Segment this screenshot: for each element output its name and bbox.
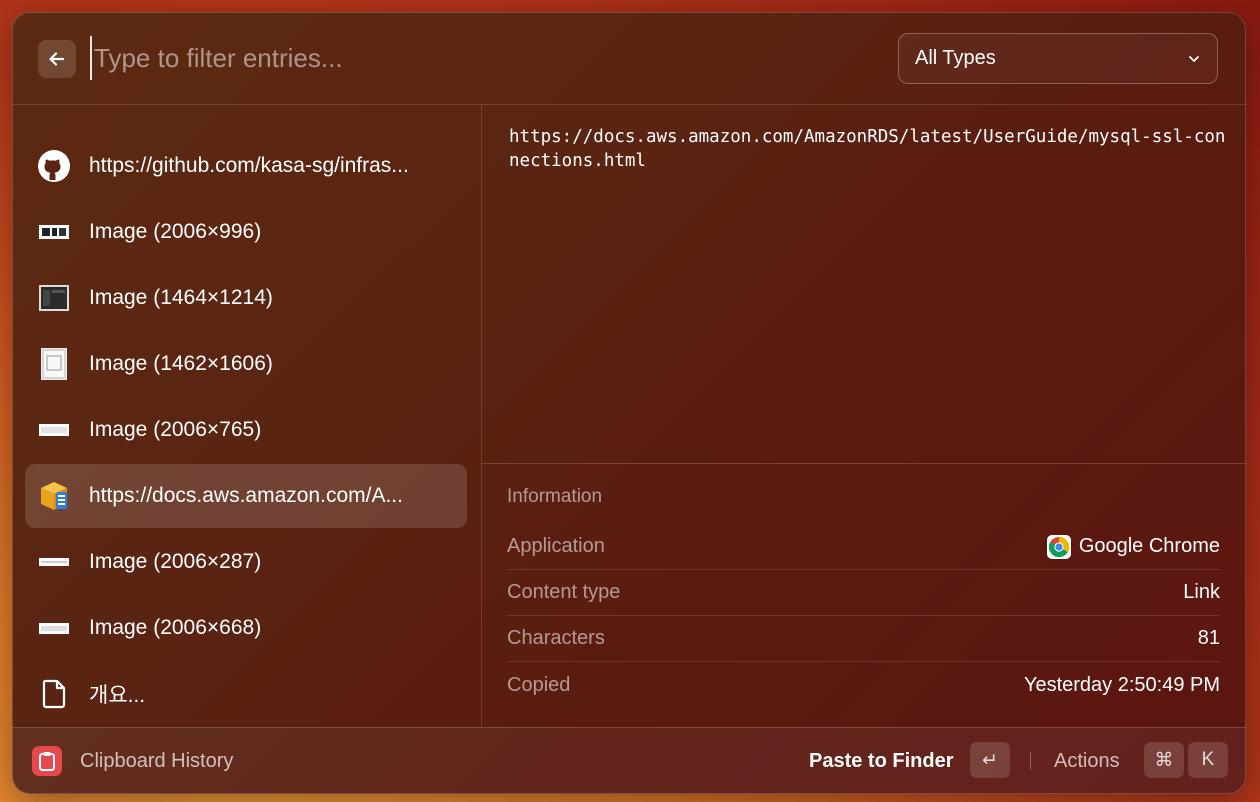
image-thumbnail-icon xyxy=(37,611,71,645)
actions-button[interactable]: Actions xyxy=(1054,750,1120,773)
list-item-label: Image (2006×765) xyxy=(89,418,262,441)
image-thumbnail-icon xyxy=(37,281,71,315)
divider xyxy=(1030,752,1031,770)
metadata-row-application: Application Google Chrome xyxy=(507,524,1220,570)
document-icon xyxy=(37,677,71,711)
action-bar: Clipboard History Paste to Finder ↵ Acti… xyxy=(12,727,1246,794)
metadata-key: Application xyxy=(507,535,605,557)
list-item[interactable]: 개요... xyxy=(25,662,467,726)
list-item-label: https://github.com/kasa-sg/infras... xyxy=(89,154,409,177)
list-item-label: Image (1464×1214) xyxy=(89,286,273,309)
list-item-selected[interactable]: https://docs.aws.amazon.com/A... xyxy=(25,464,467,528)
list-item-label: Image (1462×1606) xyxy=(89,352,273,375)
image-thumbnail-icon xyxy=(37,347,71,381)
metadata-row-copied: Copied Yesterday 2:50:49 PM xyxy=(507,662,1220,708)
filter-input[interactable] xyxy=(90,36,854,80)
list-item[interactable]: Image (2006×765) xyxy=(25,398,467,462)
clipboard-icon xyxy=(32,746,62,776)
image-thumbnail-icon xyxy=(37,413,71,447)
metadata-key: Characters xyxy=(507,627,605,649)
metadata-key: Copied xyxy=(507,673,571,696)
metadata-key: Content type xyxy=(507,581,621,603)
list-item[interactable]: Image (1462×1606) xyxy=(25,332,467,396)
list-item-label: Image (2006×668) xyxy=(89,616,262,639)
list-item-label: https://docs.aws.amazon.com/A... xyxy=(89,484,403,507)
list-item[interactable]: Image (2006×996) xyxy=(25,200,467,264)
metadata-section: Information Application Google Chrome Co… xyxy=(482,463,1246,728)
metadata-value: Yesterday 2:50:49 PM xyxy=(1023,673,1220,696)
metadata-value: Link xyxy=(1183,581,1220,603)
k-key-hint: K xyxy=(1188,742,1228,778)
metadata-value: 81 xyxy=(1197,627,1220,649)
extension-name: Clipboard History xyxy=(80,750,234,772)
chrome-icon xyxy=(1046,534,1071,559)
detail-panel: https://docs.aws.amazon.com/AmazonRDS/la… xyxy=(482,105,1246,727)
list-item[interactable]: Image (2006×287) xyxy=(25,530,467,594)
list-item-label: 개요... xyxy=(89,684,146,707)
image-thumbnail-icon xyxy=(37,545,71,579)
type-filter-dropdown[interactable]: All Types xyxy=(898,33,1218,84)
metadata-row-content-type: Content type Link xyxy=(507,570,1220,616)
chevron-down-icon xyxy=(1187,52,1201,66)
clipboard-content: https://docs.aws.amazon.com/AmazonRDS/la… xyxy=(509,127,1226,171)
list-item-label: Image (2006×287) xyxy=(89,550,262,573)
type-filter-value: All Types xyxy=(915,47,996,69)
application-name: Google Chrome xyxy=(1078,535,1220,557)
raycast-window: All Types https://github.com/kasa-sg/inf… xyxy=(12,12,1246,794)
arrow-left-icon xyxy=(49,52,65,66)
image-thumbnail-icon xyxy=(37,215,71,249)
metadata-title: Information xyxy=(507,486,603,507)
metadata-value: Google Chrome xyxy=(1046,534,1220,559)
list-item-label: Image (2006×996) xyxy=(89,220,262,243)
list-item[interactable]: https://github.com/kasa-sg/infras... xyxy=(25,134,467,198)
list-item[interactable]: Image (2006×668) xyxy=(25,596,467,660)
search-bar: All Types xyxy=(12,12,1246,105)
back-button[interactable] xyxy=(38,40,76,78)
metadata-row-characters: Characters 81 xyxy=(507,616,1220,662)
return-key-hint: ↵ xyxy=(970,742,1010,778)
paste-to-finder-button[interactable]: Paste to Finder xyxy=(809,750,953,773)
list-item[interactable]: Image (1464×1214) xyxy=(25,266,467,330)
aws-docs-icon xyxy=(37,479,71,513)
entries-list: https://github.com/kasa-sg/infras... Ima… xyxy=(12,105,482,727)
command-key-hint: ⌘ xyxy=(1144,742,1184,778)
github-icon xyxy=(37,149,71,183)
